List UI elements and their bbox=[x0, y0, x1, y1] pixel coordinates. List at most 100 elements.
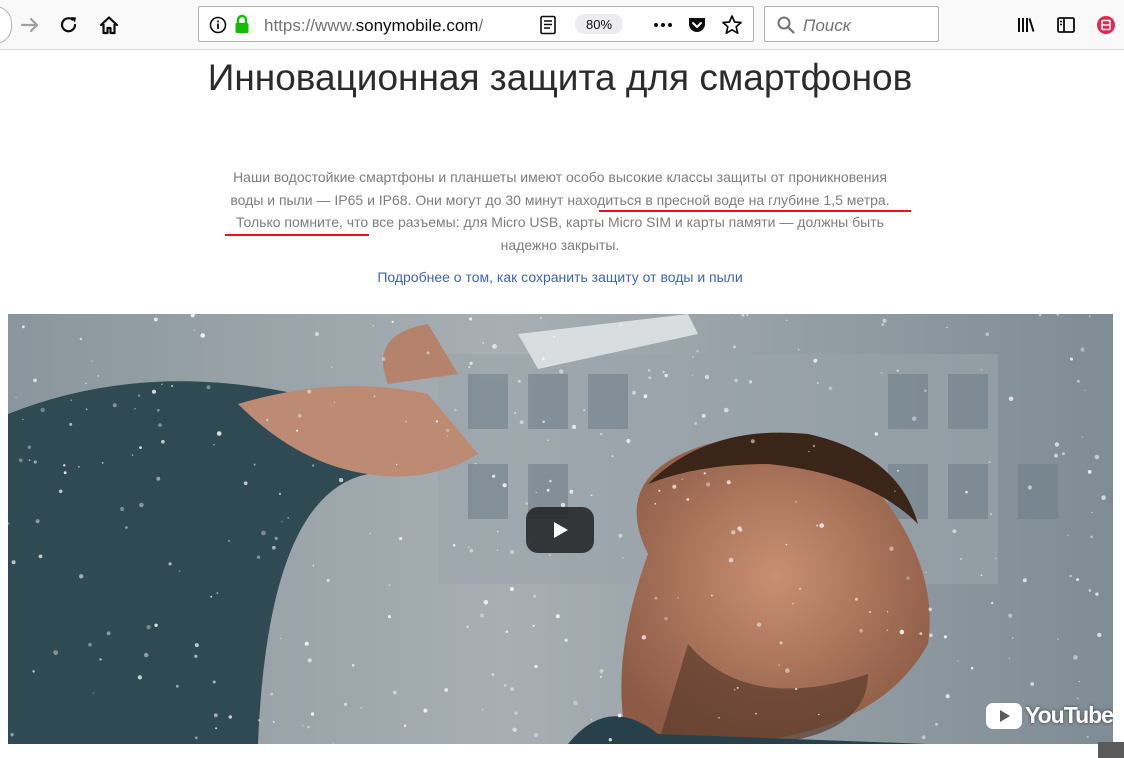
rain-drop bbox=[206, 385, 211, 390]
rain-drop bbox=[92, 692, 95, 694]
rain-drop bbox=[995, 557, 997, 560]
more-info-link[interactable]: Подробнее о том, как сохранить защиту от… bbox=[220, 269, 900, 285]
rain-drop bbox=[746, 314, 749, 317]
rain-drop bbox=[287, 517, 290, 519]
rain-drop bbox=[444, 688, 449, 692]
rain-drop bbox=[270, 692, 274, 696]
rain-drop bbox=[631, 390, 637, 395]
rain-drop bbox=[816, 524, 819, 527]
back-button[interactable] bbox=[0, 6, 12, 44]
rain-drop bbox=[296, 429, 299, 432]
rain-drop bbox=[405, 420, 408, 423]
rain-drop bbox=[541, 357, 545, 361]
rain-drop bbox=[392, 690, 397, 695]
rain-drop bbox=[925, 571, 927, 573]
rain-drop bbox=[573, 700, 578, 706]
rain-drop bbox=[272, 720, 275, 723]
reader-view-icon[interactable] bbox=[539, 15, 557, 35]
rain-drop bbox=[896, 369, 899, 372]
sidebar-button[interactable] bbox=[1050, 9, 1082, 41]
rain-drop bbox=[212, 680, 216, 684]
rain-drop bbox=[1069, 574, 1072, 578]
rain-drop bbox=[154, 623, 158, 627]
sidebar-icon bbox=[1057, 17, 1075, 33]
forward-button[interactable] bbox=[14, 9, 46, 41]
url-path: / bbox=[478, 16, 484, 35]
rain-drop bbox=[1067, 534, 1069, 536]
rain-drop bbox=[533, 732, 539, 738]
rain-drop bbox=[812, 444, 816, 448]
rain-drop bbox=[546, 488, 550, 492]
info-icon[interactable] bbox=[209, 16, 227, 34]
rain-drop bbox=[310, 712, 315, 716]
rain-drop bbox=[911, 416, 917, 421]
reload-button[interactable] bbox=[53, 9, 85, 41]
home-button[interactable] bbox=[93, 9, 125, 41]
rain-drop bbox=[468, 317, 473, 321]
extension-button[interactable] bbox=[1090, 9, 1122, 41]
rain-drop bbox=[677, 597, 679, 599]
youtube-logo[interactable]: YouTube bbox=[986, 702, 1113, 729]
rain-drop bbox=[307, 658, 312, 663]
rain-drop bbox=[381, 357, 386, 361]
rain-drop bbox=[33, 460, 37, 464]
rain-drop bbox=[343, 702, 348, 706]
rain-drop bbox=[549, 479, 552, 483]
rain-drop bbox=[1090, 535, 1093, 539]
rain-drop bbox=[38, 554, 43, 559]
secure-lock-icon[interactable] bbox=[234, 14, 250, 34]
rain-drop bbox=[991, 601, 994, 605]
rain-drop bbox=[662, 370, 665, 374]
rain-drop bbox=[512, 727, 517, 732]
play-button[interactable] bbox=[526, 507, 594, 553]
url-prefix: https://www. bbox=[264, 16, 356, 35]
rain-drop bbox=[88, 642, 92, 647]
rain-drop bbox=[491, 673, 495, 676]
rain-drop bbox=[797, 349, 800, 351]
rain-drop bbox=[1022, 578, 1027, 583]
rain-drop bbox=[599, 669, 604, 674]
rain-drop bbox=[139, 446, 142, 449]
rain-drop bbox=[274, 536, 278, 540]
rain-drop bbox=[502, 483, 507, 488]
scroll-top-button[interactable] bbox=[1098, 742, 1124, 758]
rain-drop bbox=[921, 735, 926, 740]
url-text[interactable]: https://www.sonymobile.com/ bbox=[264, 16, 483, 36]
rain-drop bbox=[1086, 735, 1089, 739]
rain-drop bbox=[919, 632, 923, 636]
video-player[interactable]: YouTube bbox=[8, 314, 1113, 744]
rain-drop bbox=[733, 345, 736, 349]
more-actions-icon[interactable] bbox=[652, 16, 674, 34]
rain-drop bbox=[297, 413, 302, 418]
rain-drop bbox=[373, 395, 376, 397]
rain-drop bbox=[10, 733, 14, 737]
rain-drop bbox=[648, 376, 652, 380]
rain-drop bbox=[146, 625, 151, 630]
rain-drop bbox=[79, 337, 83, 341]
rain-drop bbox=[583, 409, 585, 411]
rain-drop bbox=[894, 490, 896, 492]
rain-drop bbox=[11, 560, 16, 565]
rain-drop bbox=[608, 738, 612, 742]
rain-drop bbox=[265, 418, 269, 422]
search-placeholder: Поиск bbox=[803, 16, 851, 35]
library-button[interactable] bbox=[1010, 9, 1042, 41]
rain-drop bbox=[216, 431, 222, 436]
rain-drop bbox=[216, 591, 219, 595]
rain-drop bbox=[957, 660, 959, 662]
rain-drop bbox=[125, 526, 128, 529]
rain-drop bbox=[482, 342, 484, 344]
rain-drop bbox=[53, 650, 59, 655]
zoom-level-badge[interactable]: 80% bbox=[575, 14, 623, 34]
rain-drop bbox=[1054, 442, 1060, 447]
pocket-icon[interactable] bbox=[687, 15, 707, 35]
rain-drop bbox=[1073, 655, 1078, 660]
rain-drop bbox=[32, 670, 35, 673]
search-bar[interactable]: Поиск bbox=[764, 6, 939, 42]
bookmark-star-icon[interactable] bbox=[721, 14, 743, 36]
url-bar[interactable]: https://www.sonymobile.com/ 80% bbox=[198, 6, 754, 42]
rain-drop bbox=[469, 548, 474, 553]
rain-drop bbox=[446, 435, 448, 437]
rain-drop bbox=[492, 344, 497, 349]
rain-drop bbox=[40, 407, 45, 413]
